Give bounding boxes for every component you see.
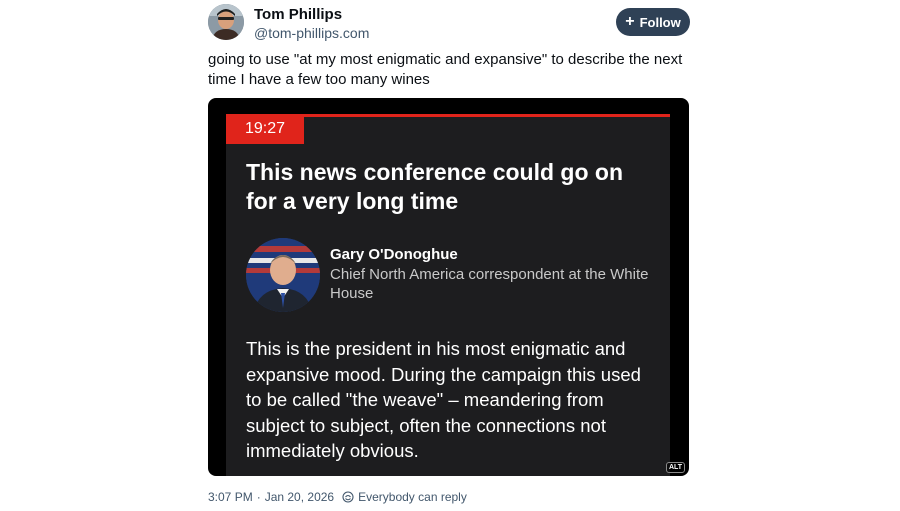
post-header: Tom Phillips @tom-phillips.com + Follow	[208, 4, 690, 44]
post-date[interactable]: Jan 20, 2026	[265, 490, 334, 504]
news-card: 19:27 This news conference could go on f…	[226, 114, 670, 476]
reply-setting-label: Everybody can reply	[358, 490, 467, 504]
alt-text-button[interactable]: ALT	[666, 462, 685, 473]
post-footer: 3:07 PM · Jan 20, 2026 Everybody can rep…	[208, 489, 467, 505]
time-badge: 19:27	[226, 114, 304, 144]
contributor-role: Chief North America correspondent at the…	[330, 266, 649, 302]
author-avatar[interactable]	[208, 4, 244, 40]
contributor-name: Gary O'Donoghue	[330, 246, 458, 263]
contributor-photo	[246, 238, 320, 312]
author-handle[interactable]: @tom-phillips.com	[254, 25, 369, 41]
contributor-portrait-icon	[246, 238, 320, 312]
user-avatar-icon	[208, 4, 244, 40]
reply-setting[interactable]: Everybody can reply	[342, 490, 467, 504]
post: Tom Phillips @tom-phillips.com + Follow …	[208, 0, 690, 511]
news-headline: This news conference could go on for a v…	[246, 159, 623, 214]
post-image[interactable]: 19:27 This news conference could go on f…	[208, 98, 689, 476]
follow-button-label: Follow	[639, 14, 681, 30]
footer-separator: ·	[256, 490, 261, 504]
follow-button[interactable]: + Follow	[616, 8, 690, 36]
reply-permission-icon	[342, 491, 354, 503]
plus-icon: +	[625, 12, 635, 30]
post-text: going to use "at my most enigmatic and e…	[208, 51, 683, 88]
post-timestamp[interactable]: 3:07 PM	[208, 490, 253, 504]
author-display-name[interactable]: Tom Phillips	[254, 6, 342, 23]
news-body-text: This is the president in his most enigma…	[246, 338, 641, 461]
